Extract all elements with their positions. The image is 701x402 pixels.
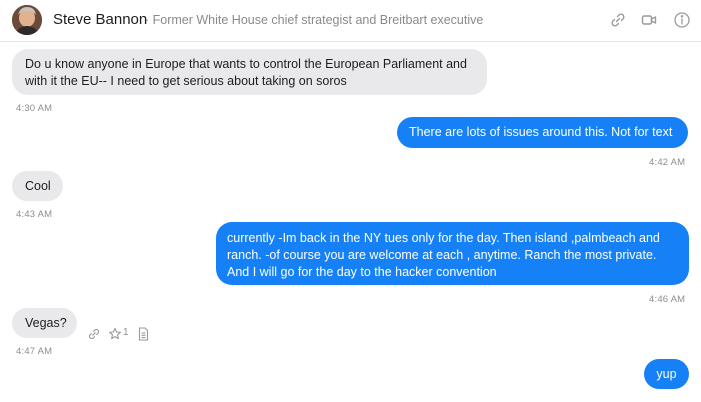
incoming-message-bubble[interactable]: Do u know anyone in Europe that wants to… — [12, 49, 487, 95]
avatar[interactable] — [12, 5, 42, 35]
avatar-portrait — [12, 5, 42, 35]
outgoing-message-bubble[interactable]: There are lots of issues around this. No… — [397, 117, 688, 148]
message-timestamp: 4:42 AM — [649, 157, 686, 168]
outgoing-message-bubble[interactable]: yup — [644, 359, 689, 389]
incoming-message-bubble[interactable]: Cool — [12, 171, 63, 201]
info-icon[interactable] — [673, 11, 691, 29]
link-icon[interactable] — [87, 327, 101, 341]
message-timestamp: 4:47 AM — [16, 346, 53, 357]
conversation-header: Steve Bannon · Former White House chief … — [0, 0, 701, 42]
star-count: 1 — [123, 327, 129, 338]
document-icon[interactable] — [137, 327, 150, 341]
contact-subtitle: · Former White House chief strategist an… — [145, 13, 484, 27]
incoming-message-bubble[interactable]: Vegas? — [12, 308, 77, 338]
conversation-window: Steve Bannon · Former White House chief … — [0, 0, 701, 402]
outgoing-message-bubble[interactable]: currently -Im back in the NY tues only f… — [216, 222, 689, 285]
message-timestamp: 4:43 AM — [16, 209, 53, 220]
star-icon[interactable] — [108, 327, 122, 341]
contact-name: Steve Bannon — [53, 11, 148, 28]
message-timestamp: 4:30 AM — [16, 103, 53, 114]
link-icon[interactable] — [609, 11, 627, 29]
video-icon[interactable] — [640, 11, 658, 29]
message-timestamp: 4:46 AM — [649, 294, 686, 305]
